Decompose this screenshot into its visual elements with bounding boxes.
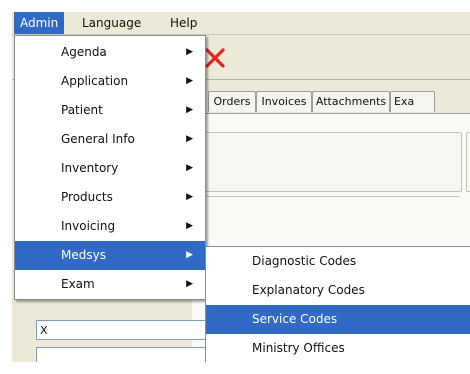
chevron-right-icon: ▶	[186, 221, 193, 231]
tab-attachments[interactable]: Attachments	[312, 91, 390, 112]
menu-item-patient[interactable]: Patient ▶	[15, 96, 205, 125]
menu-help[interactable]: Help	[164, 12, 203, 34]
menu-item-label: Agenda	[61, 45, 107, 59]
chevron-right-icon: ▶	[186, 250, 193, 260]
menu-item-agenda[interactable]: Agenda ▶	[15, 38, 205, 67]
chevron-right-icon: ▶	[186, 192, 193, 202]
chevron-right-icon: ▶	[186, 105, 193, 115]
menu-item-general-info[interactable]: General Info ▶	[15, 125, 205, 154]
menu-admin[interactable]: Admin	[14, 12, 65, 34]
chevron-right-icon: ▶	[186, 76, 193, 86]
menu-language[interactable]: Language	[76, 12, 147, 34]
menu-item-inventory[interactable]: Inventory ▶	[15, 154, 205, 183]
menu-item-label: Inventory	[61, 161, 119, 175]
submenu-item-explanatory-codes[interactable]: Explanatory Codes	[206, 276, 470, 305]
menu-item-products[interactable]: Products ▶	[15, 183, 205, 212]
menu-item-label: Invoicing	[61, 219, 116, 233]
chevron-right-icon: ▶	[186, 163, 193, 173]
chevron-right-icon: ▶	[186, 279, 193, 289]
tab-orders[interactable]: Orders	[208, 91, 256, 112]
divider	[188, 196, 460, 197]
menu-item-label: Application	[61, 74, 129, 88]
content-box	[188, 132, 462, 192]
admin-menu: Agenda ▶ Application ▶ Patient ▶ General…	[14, 35, 206, 300]
chevron-right-icon: ▶	[186, 134, 193, 144]
submenu-item-label: Ministry Offices	[252, 341, 345, 355]
chevron-right-icon: ▶	[186, 47, 193, 57]
text-field-1[interactable]: X	[36, 320, 206, 340]
submenu-item-label: Service Codes	[252, 312, 338, 326]
medsys-submenu: Diagnostic Codes Explanatory Codes Servi…	[205, 246, 470, 362]
submenu-item-label: Diagnostic Codes	[252, 254, 357, 268]
submenu-item-ministry-offices[interactable]: Ministry Offices	[206, 334, 470, 362]
menu-item-label: Medsys	[61, 248, 106, 262]
text-field-2[interactable]	[36, 347, 206, 362]
tab-exam[interactable]: Exa	[390, 91, 435, 112]
menu-bar: Admin Language Help	[12, 12, 470, 35]
menu-item-invoicing[interactable]: Invoicing ▶	[15, 212, 205, 241]
menu-item-application[interactable]: Application ▶	[15, 67, 205, 96]
menu-item-exam[interactable]: Exam ▶	[15, 270, 205, 299]
content-box-right	[466, 132, 470, 192]
menu-item-label: Exam	[61, 277, 95, 291]
menu-item-label: Products	[61, 190, 113, 204]
menu-item-medsys[interactable]: Medsys ▶	[15, 241, 205, 270]
app-window: Admin Language Help Orders Invoices Atta…	[12, 12, 470, 362]
tab-invoices[interactable]: Invoices	[256, 91, 312, 112]
submenu-item-label: Explanatory Codes	[252, 283, 365, 297]
menu-item-label: Patient	[61, 103, 103, 117]
submenu-item-service-codes[interactable]: Service Codes	[206, 305, 470, 334]
menu-item-label: General Info	[61, 132, 135, 146]
submenu-item-diagnostic-codes[interactable]: Diagnostic Codes	[206, 247, 470, 276]
